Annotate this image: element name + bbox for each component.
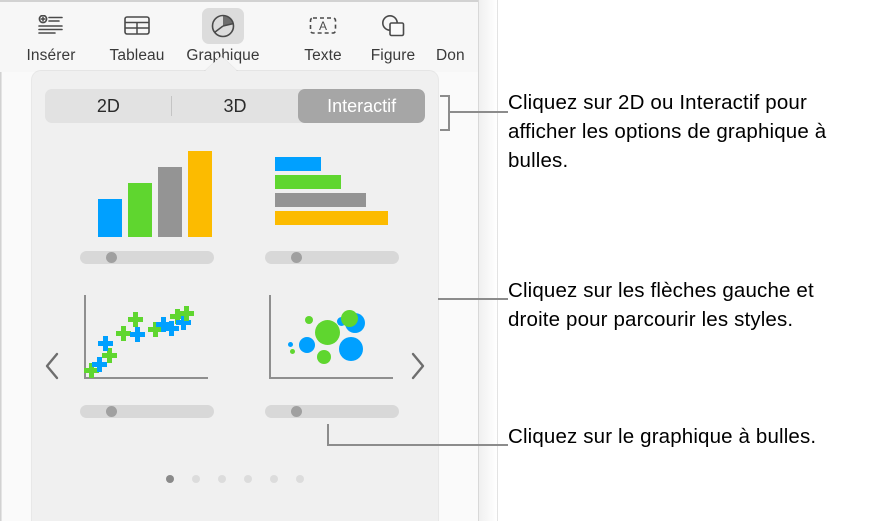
- bubble-green: [290, 349, 295, 354]
- callout-3-leader-horizontal: [327, 444, 508, 446]
- bar-gray: [275, 193, 366, 207]
- toolbar-item-label: Don: [436, 47, 465, 64]
- bar-blue: [98, 199, 122, 237]
- scatter-chart-preview: [72, 291, 222, 391]
- toolbar-item-texte[interactable]: A Texte: [284, 8, 362, 65]
- page-indicator-dots[interactable]: [32, 475, 438, 483]
- chart-thumbnail-column[interactable]: [72, 137, 222, 267]
- toolbar: Insérer Tableau Graphique A Texte Figure…: [0, 2, 478, 72]
- slider-knob[interactable]: [106, 252, 117, 263]
- chart-thumbnail-bar[interactable]: [257, 137, 407, 267]
- toolbar-item-figure[interactable]: Figure: [354, 8, 432, 65]
- x-axis: [84, 377, 208, 379]
- callout-1-leader: [450, 111, 508, 113]
- chart-dimension-segmented-control[interactable]: 2D 3D Interactif: [45, 89, 425, 123]
- segment-label: Interactif: [327, 95, 397, 116]
- x-axis: [269, 377, 393, 379]
- next-style-arrow[interactable]: [404, 349, 430, 383]
- toolbar-item-inserer[interactable]: Insérer: [12, 8, 90, 65]
- media-icon: [428, 8, 466, 44]
- chart-style-popover: 2D 3D Interactif: [32, 71, 438, 521]
- callout-text-1: Cliquez sur 2D ou Interactif pour affich…: [508, 91, 827, 172]
- text-box-icon: A: [302, 8, 344, 44]
- bar-amber: [188, 151, 212, 237]
- bar-blue: [275, 157, 321, 171]
- bar-chart-preview: [257, 137, 407, 237]
- chart-thumbnail-scatter[interactable]: [72, 291, 222, 421]
- callout-text-3: Cliquez sur le graphique à bulles.: [508, 425, 817, 448]
- toolbar-item-tableau[interactable]: Tableau: [98, 8, 176, 65]
- page-dot[interactable]: [166, 475, 174, 483]
- insert-icon: [30, 8, 72, 44]
- page-dot[interactable]: [192, 475, 200, 483]
- callout-text-2: Cliquez sur les flèches gauche et droite…: [508, 279, 814, 331]
- chart-preview-slider[interactable]: [80, 405, 214, 418]
- bar-green: [128, 183, 152, 237]
- scatter-marker: [128, 312, 143, 327]
- bar-amber: [275, 211, 388, 225]
- page-dot[interactable]: [244, 475, 252, 483]
- table-icon: [116, 8, 158, 44]
- scatter-marker: [116, 326, 131, 341]
- toolbar-item-label: Figure: [370, 47, 416, 64]
- slider-knob[interactable]: [106, 406, 117, 417]
- callout-2-leader: [438, 298, 508, 300]
- segment-3d[interactable]: 3D: [172, 89, 299, 123]
- y-axis: [269, 295, 271, 379]
- segment-2d[interactable]: 2D: [45, 89, 172, 123]
- bubble-blue: [299, 337, 315, 353]
- page-dot[interactable]: [218, 475, 226, 483]
- shapes-icon: [372, 8, 414, 44]
- chart-pie-icon: [202, 8, 244, 44]
- toolbar-item-label: Tableau: [109, 47, 165, 64]
- slider-knob[interactable]: [291, 252, 302, 263]
- bubble-green: [317, 350, 331, 364]
- column-chart-preview: [72, 137, 222, 237]
- bubble-green: [341, 310, 358, 327]
- chart-thumbnail-bubble[interactable]: [257, 291, 407, 421]
- page-dot[interactable]: [296, 475, 304, 483]
- page-dot[interactable]: [270, 475, 278, 483]
- callout-3-leader-vertical: [327, 424, 329, 446]
- toolbar-item-don[interactable]: Don: [428, 8, 478, 65]
- page-guide-line: [497, 0, 498, 521]
- chart-preview-slider[interactable]: [80, 251, 214, 264]
- scatter-marker: [179, 306, 194, 321]
- chart-preview-slider[interactable]: [265, 405, 399, 418]
- window-left-edge: [0, 0, 2, 521]
- popover-tail: [204, 56, 238, 72]
- segment-interactif[interactable]: Interactif: [298, 89, 425, 123]
- slider-knob[interactable]: [291, 406, 302, 417]
- callout-1-bracket: [440, 95, 450, 131]
- toolbar-item-label: Texte: [304, 47, 342, 64]
- previous-style-arrow[interactable]: [40, 349, 66, 383]
- bubble-blue: [288, 342, 293, 347]
- segment-label: 2D: [96, 95, 120, 116]
- screenshot-root: Insérer Tableau Graphique A Texte Figure…: [0, 0, 883, 521]
- scatter-marker: [98, 336, 113, 351]
- segment-label: 3D: [223, 95, 247, 116]
- app-window: Insérer Tableau Graphique A Texte Figure…: [0, 0, 479, 521]
- bar-green: [275, 175, 341, 189]
- toolbar-item-label: Insérer: [26, 47, 76, 64]
- window-right-shade: [479, 0, 497, 521]
- bubble-chart-preview: [257, 291, 407, 391]
- scatter-marker: [130, 327, 145, 342]
- bubble-blue: [339, 337, 363, 361]
- chart-preview-slider[interactable]: [265, 251, 399, 264]
- bar-gray: [158, 167, 182, 237]
- bubble-green: [305, 316, 313, 324]
- bubble-green: [315, 320, 340, 345]
- svg-text:A: A: [319, 19, 327, 33]
